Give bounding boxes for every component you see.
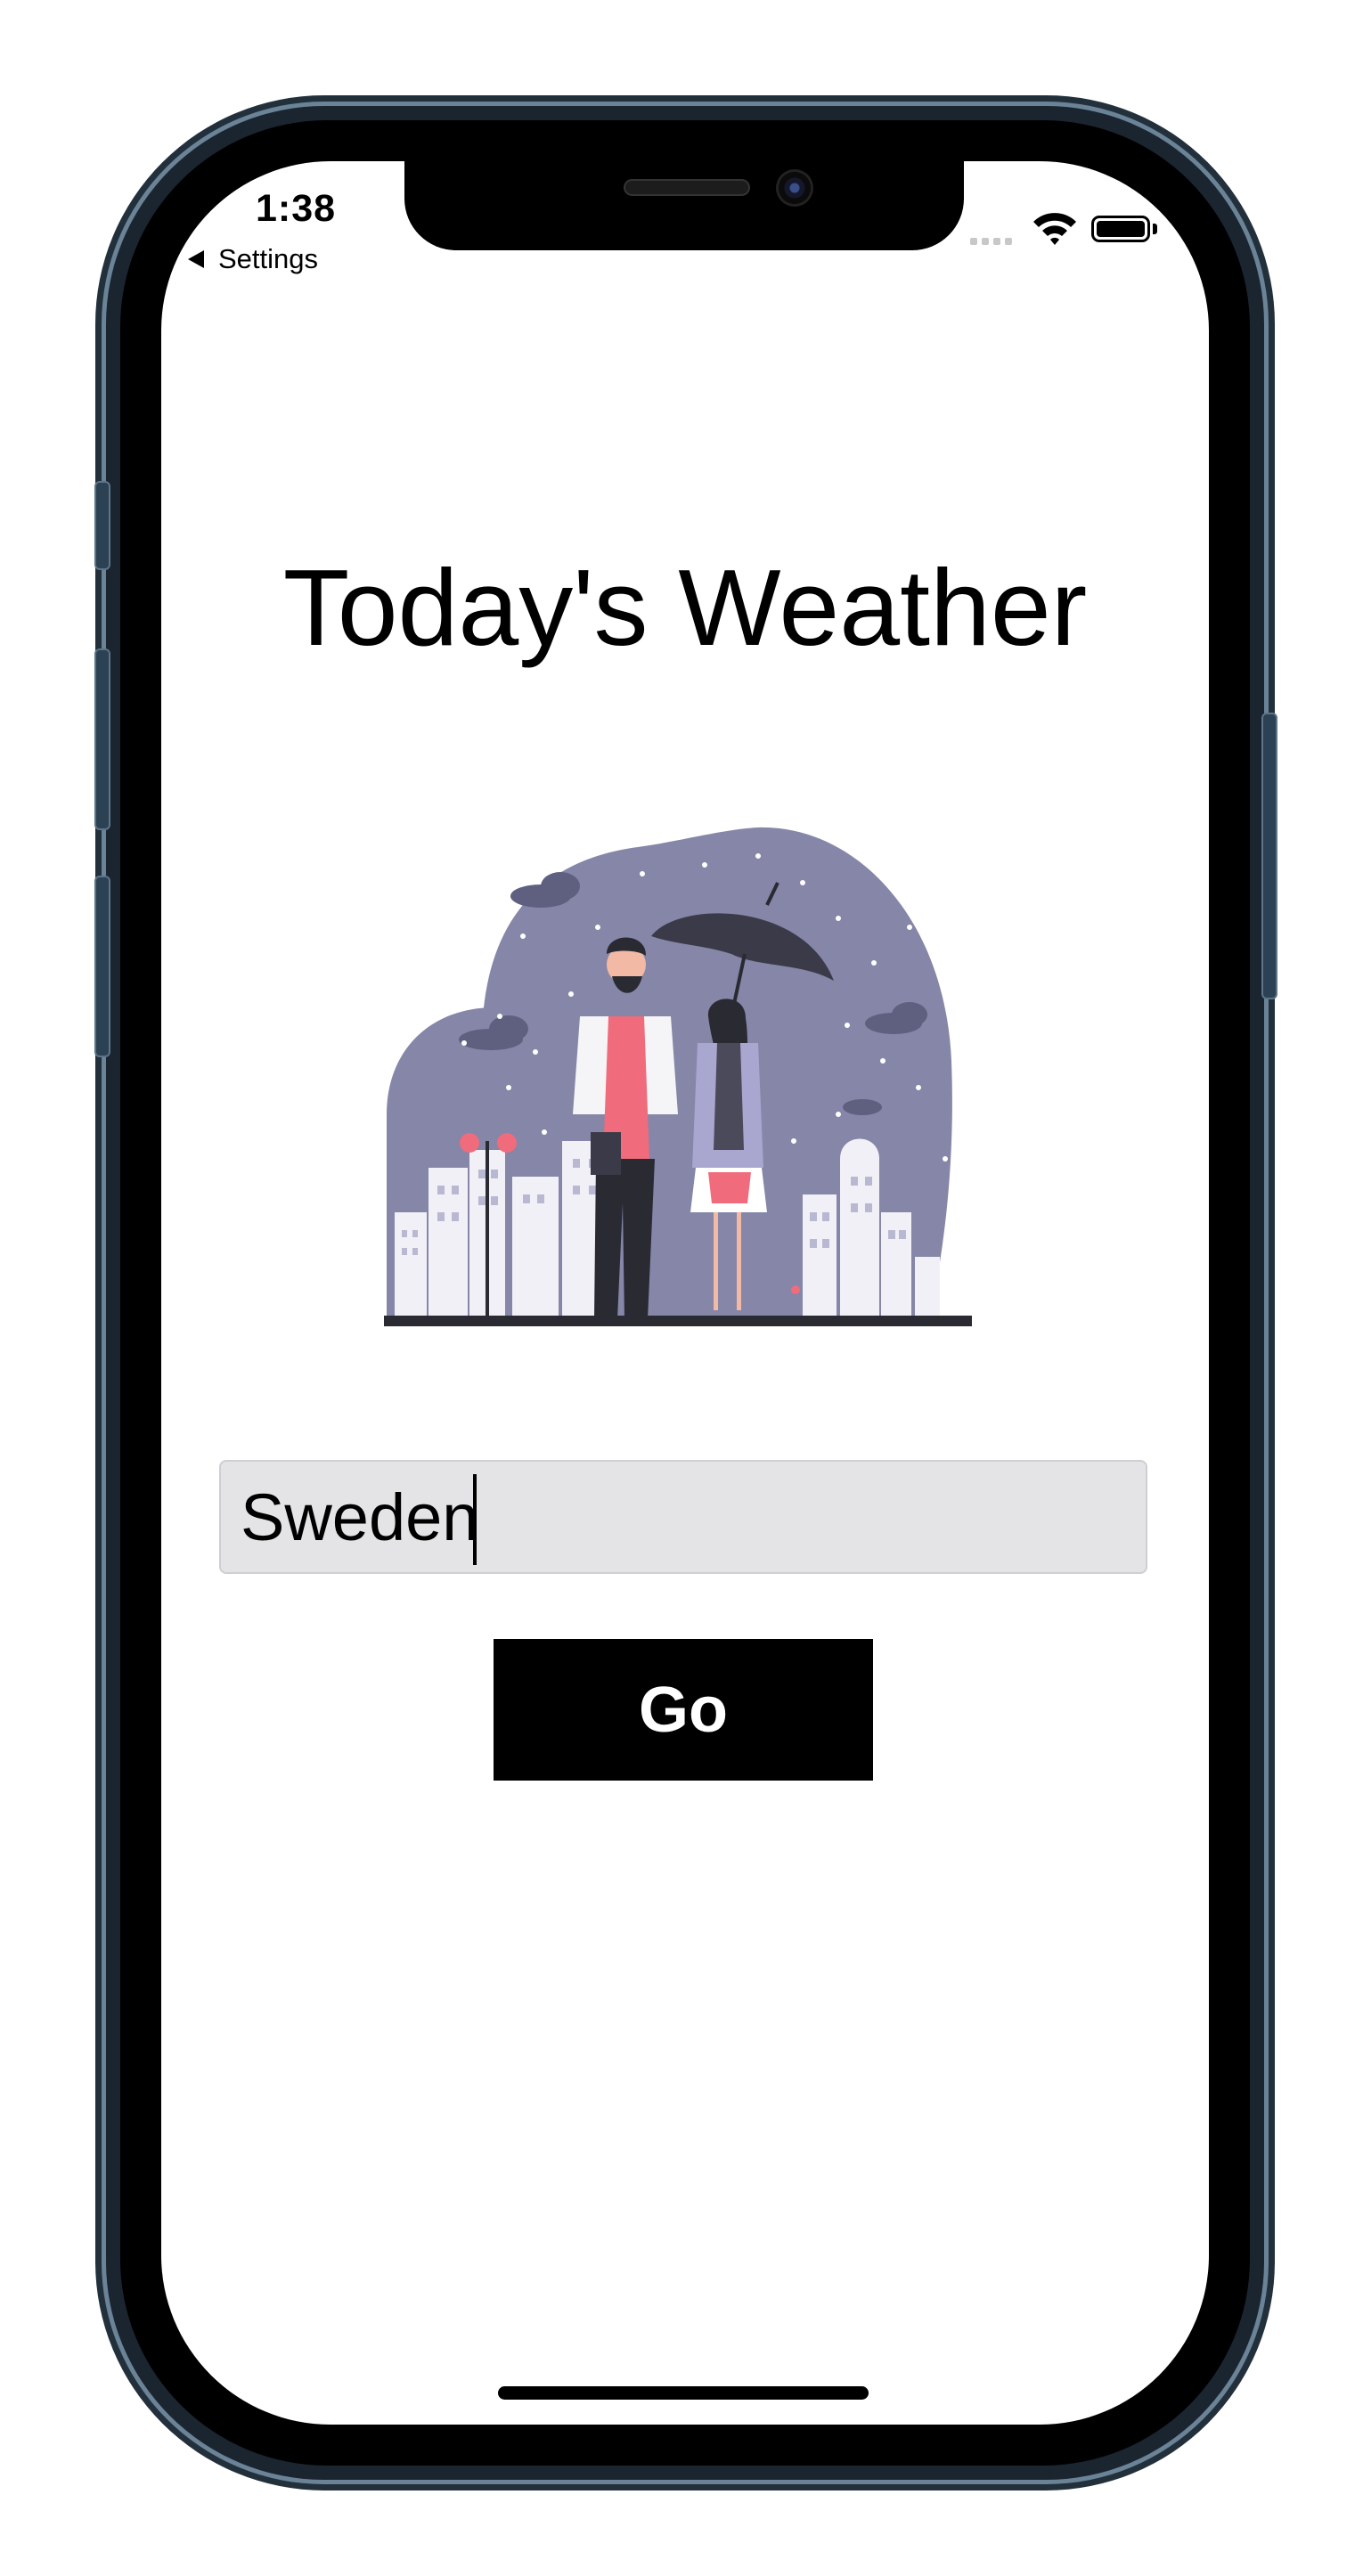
city-search-input[interactable] [219, 1460, 1147, 1574]
speaker-grille [624, 179, 750, 196]
back-to-settings-link[interactable]: Settings [188, 243, 318, 275]
battery-cap [1153, 224, 1157, 234]
volume-down-button [94, 876, 110, 1057]
home-indicator[interactable] [498, 2386, 869, 2400]
power-button [1261, 713, 1277, 999]
notch [404, 161, 964, 250]
front-camera-icon [779, 172, 811, 204]
wifi-icon [1033, 213, 1076, 245]
rainy-city-couple-illustration [384, 827, 972, 1326]
page-title: Today's Weather [282, 547, 1088, 668]
volume-up-button [94, 648, 110, 830]
signal-icon [970, 238, 1012, 245]
silent-switch [94, 481, 110, 570]
phone-screen: 1:38 Settings Today's Weather Sweden Go [161, 161, 1209, 2425]
chevron-left-icon [188, 250, 204, 268]
text-caret [473, 1474, 477, 1565]
go-button[interactable]: Go [494, 1639, 873, 1781]
status-time: 1:38 [256, 187, 337, 230]
back-link-label: Settings [218, 243, 319, 274]
battery-icon [1091, 216, 1150, 242]
